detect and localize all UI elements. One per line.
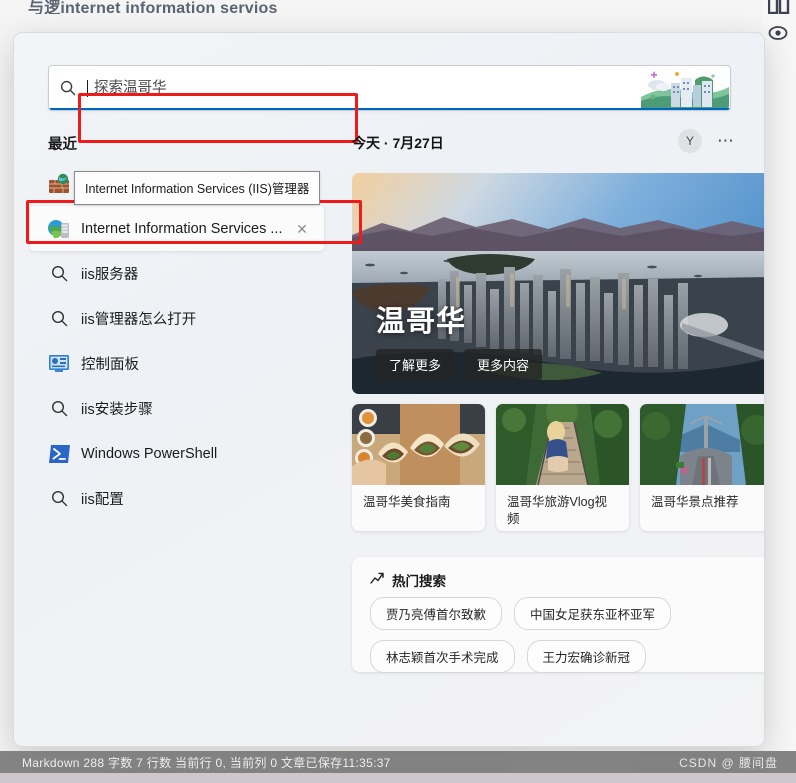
eye-icon[interactable] xyxy=(768,26,788,40)
search-icon xyxy=(44,490,74,507)
list-item-label: iis安装步骤 xyxy=(81,402,153,418)
content-cards: 温哥华美食指南 温哥华旅游Vlog视频 温哥华景点推荐 xyxy=(352,404,764,531)
list-item-label: 控制面板 xyxy=(81,357,139,373)
status-bar-text: Markdown 288 字数 7 行数 当前行 0, 当前列 0 文章已保存1… xyxy=(22,755,391,770)
iis-brick-icon xyxy=(44,173,74,195)
suspension-bridge-photo xyxy=(496,404,629,485)
list-item-label: iis管理器怎么打开 xyxy=(81,312,197,328)
editor-cutoff-text: 与逻internet information servios xyxy=(28,0,278,14)
trending-chip[interactable]: 贾乃亮傅首尔致歉 xyxy=(370,597,503,630)
trending-chip[interactable]: 林志颖首次手术完成 xyxy=(370,640,515,673)
lions-gate-bridge-photo xyxy=(640,404,764,485)
list-item[interactable]: Windows PowerShell xyxy=(30,431,324,476)
watermark: CSDN @ 腰间盘 xyxy=(679,755,778,770)
ellipsis-icon[interactable]: ⋯ xyxy=(714,129,738,153)
content-header: 今天 · 7月27日 Y ⋯ xyxy=(340,127,752,167)
recent-list: Internet Information Services (IIS)管理器 xyxy=(30,161,324,521)
hero-card[interactable]: 温哥华 了解更多 更多内容 xyxy=(352,173,764,394)
search-icon xyxy=(44,400,74,417)
content-card[interactable]: 温哥华旅游Vlog视频 xyxy=(496,404,629,531)
editor-right-rail xyxy=(762,0,796,783)
list-item[interactable]: iis配置 xyxy=(30,476,324,521)
search-icon xyxy=(44,265,74,282)
windows-search-flyout: 最近 Internet Informati xyxy=(13,32,765,747)
hero-buttons: 了解更多 更多内容 xyxy=(376,349,543,380)
vancouver-tacos-food-photo xyxy=(352,404,485,485)
text-caret xyxy=(87,79,88,97)
list-item-label: Windows PowerShell xyxy=(81,445,218,462)
powershell-icon xyxy=(44,444,74,464)
tooltip: Internet Information Services (IIS)管理器 xyxy=(74,171,321,205)
city-illustration-icon xyxy=(641,67,729,109)
more-content-button[interactable]: 更多内容 xyxy=(464,349,543,380)
trending-heading: 热门搜索 xyxy=(392,574,446,589)
iis-manager-icon xyxy=(44,218,74,240)
card-caption: 温哥华美食指南 xyxy=(363,495,451,509)
control-panel-icon xyxy=(44,354,74,373)
list-item-label: iis服务器 xyxy=(81,267,139,283)
list-item-label: iis配置 xyxy=(81,492,124,508)
content-panel: 今天 · 7月27日 Y ⋯ 温哥华 了解更多 更多内容 温哥华美食指南 温哥华… xyxy=(340,127,764,746)
date-label: 今天 · 7月27日 xyxy=(352,135,444,151)
list-item[interactable]: iis管理器怎么打开 xyxy=(30,296,324,341)
search-icon xyxy=(49,80,87,96)
list-item-label: Internet Information Services ... xyxy=(81,220,283,237)
list-item[interactable]: iis服务器 xyxy=(30,251,324,296)
card-caption: 温哥华景点推荐 xyxy=(651,495,739,509)
list-item[interactable]: iis安装步骤 xyxy=(30,386,324,431)
close-icon[interactable]: ✕ xyxy=(294,221,310,237)
trending-arrow-icon xyxy=(370,571,384,589)
trending-chip[interactable]: 王力宏确诊新冠 xyxy=(526,640,647,673)
list-item-selected[interactable]: Internet Information Services ... ✕ xyxy=(30,206,324,251)
split-view-icon[interactable] xyxy=(768,0,790,14)
trending-header: 热门搜索 xyxy=(370,570,446,590)
search-input[interactable] xyxy=(94,66,730,110)
list-item[interactable]: 控制面板 xyxy=(30,341,324,386)
trending-chip[interactable]: 中国女足获东亚杯亚军 xyxy=(514,597,672,630)
recent-panel: 最近 Internet Information Services ... ✕ i… xyxy=(14,127,362,746)
search-bar-container xyxy=(48,65,731,143)
content-card[interactable]: 温哥华景点推荐 xyxy=(640,404,764,531)
trending-chips: 贾乃亮傅首尔致歉 中国女足获东亚杯亚军 林志颖首次手术完成 王力宏确诊新冠 xyxy=(370,597,759,673)
trending-searches-panel: 热门搜索 贾乃亮傅首尔致歉 中国女足获东亚杯亚军 林志颖首次手术完成 王力宏确诊… xyxy=(352,557,764,673)
avatar[interactable]: Y xyxy=(678,129,702,153)
search-bar[interactable] xyxy=(48,65,731,111)
content-card[interactable]: 温哥华美食指南 xyxy=(352,404,485,531)
recent-heading: 最近 xyxy=(48,137,77,153)
learn-more-button[interactable]: 了解更多 xyxy=(376,349,455,380)
bottom-strip xyxy=(0,773,796,783)
hero-title: 温哥华 xyxy=(376,306,467,338)
card-caption: 温哥华旅游Vlog视频 xyxy=(507,495,608,526)
status-bar: Markdown 288 字数 7 行数 当前行 0, 当前列 0 文章已保存1… xyxy=(0,751,796,773)
search-icon xyxy=(44,310,74,327)
